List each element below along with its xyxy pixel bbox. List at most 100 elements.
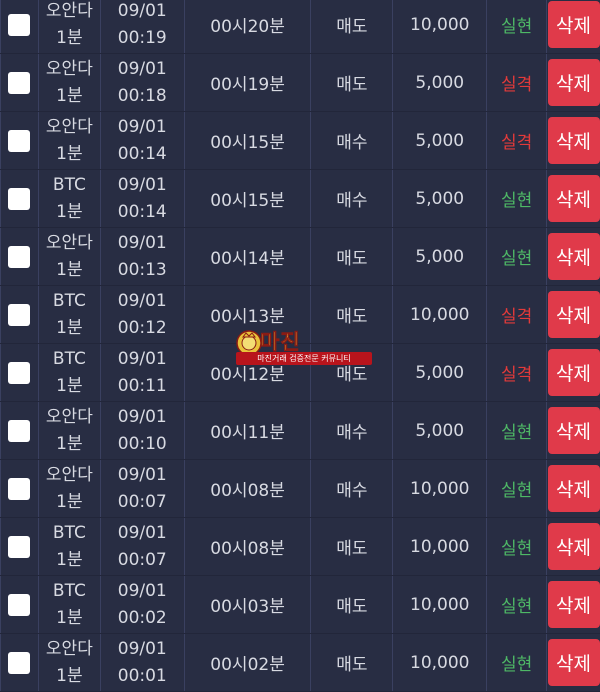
result-cell: 실현 xyxy=(487,170,548,227)
round-cell: 00시12분 xyxy=(185,344,312,401)
market-cell: BTC 1분 xyxy=(39,286,101,343)
amount-cell: 10,000 xyxy=(393,460,488,517)
delete-button[interactable]: 삭제 xyxy=(547,291,600,338)
trade-date: 09/01 xyxy=(117,522,167,543)
action-cell: 삭제 xyxy=(547,460,600,517)
trade-result: 실현 xyxy=(500,249,533,269)
row-checkbox[interactable] xyxy=(8,129,31,152)
row-checkbox[interactable] xyxy=(8,71,31,94)
delete-button[interactable]: 삭제 xyxy=(547,117,600,164)
trade-clock: 00:13 xyxy=(117,259,167,280)
market-interval: 1분 xyxy=(56,433,83,454)
datetime-cell: 09/01 00:01 xyxy=(101,634,185,691)
table-row: BTC 1분 09/01 00:07 00시08분 매도 10,000 실현 삭제 xyxy=(0,518,600,575)
trade-amount: 5,000 xyxy=(415,420,465,441)
row-checkbox[interactable] xyxy=(8,361,31,384)
round-time: 00시08분 xyxy=(210,539,285,559)
round-time: 00시02분 xyxy=(210,655,285,675)
amount-cell: 10,000 xyxy=(393,518,488,575)
trade-side: 매수 xyxy=(336,191,368,211)
trade-amount: 5,000 xyxy=(415,130,465,151)
trade-result: 실현 xyxy=(500,423,533,443)
trade-clock: 00:14 xyxy=(117,201,167,222)
trade-date: 09/01 xyxy=(117,464,167,485)
delete-button[interactable]: 삭제 xyxy=(547,59,600,106)
round-cell: 00시20분 xyxy=(185,0,312,53)
amount-cell: 10,000 xyxy=(393,0,488,53)
table-row: 오안다 1분 09/01 00:01 00시02분 매도 10,000 실현 삭제 xyxy=(0,634,600,691)
delete-button[interactable]: 삭제 xyxy=(547,523,600,570)
market-cell: 오안다 1분 xyxy=(39,634,101,691)
amount-cell: 5,000 xyxy=(393,344,488,401)
row-checkbox[interactable] xyxy=(8,13,31,36)
row-checkbox[interactable] xyxy=(8,535,31,558)
trade-result: 실격 xyxy=(500,307,533,327)
round-cell: 00시13분 xyxy=(185,286,312,343)
trade-side: 매도 xyxy=(336,249,368,269)
trade-date: 09/01 xyxy=(117,290,167,311)
delete-button[interactable]: 삭제 xyxy=(547,581,600,628)
delete-button[interactable]: 삭제 xyxy=(547,465,600,512)
market-interval: 1분 xyxy=(56,665,83,686)
datetime-cell: 09/01 00:14 xyxy=(101,112,185,169)
table-row: 오안다 1분 09/01 00:07 00시08분 매수 10,000 실현 삭제 xyxy=(0,460,600,517)
row-checkbox[interactable] xyxy=(8,187,31,210)
market-name: 오안다 xyxy=(45,406,93,427)
amount-cell: 5,000 xyxy=(393,402,488,459)
trade-date: 09/01 xyxy=(117,174,167,195)
table-row: 오안다 1분 09/01 00:18 00시19분 매도 5,000 실격 삭제 xyxy=(0,54,600,111)
trade-side: 매도 xyxy=(336,539,368,559)
market-cell: 오안다 1분 xyxy=(39,402,101,459)
action-cell: 삭제 xyxy=(547,0,600,53)
trade-amount: 10,000 xyxy=(410,304,470,325)
trade-side: 매도 xyxy=(336,75,368,95)
delete-button[interactable]: 삭제 xyxy=(547,175,600,222)
trade-amount: 10,000 xyxy=(410,478,470,499)
delete-button[interactable]: 삭제 xyxy=(547,233,600,280)
delete-button[interactable]: 삭제 xyxy=(547,639,600,686)
datetime-cell: 09/01 00:13 xyxy=(101,228,185,285)
side-cell: 매도 xyxy=(311,54,394,111)
market-name: 오안다 xyxy=(45,116,93,137)
row-select-cell xyxy=(1,228,39,285)
trade-date: 09/01 xyxy=(117,638,167,659)
market-name: 오안다 xyxy=(45,58,93,79)
side-cell: 매도 xyxy=(311,518,394,575)
table-row: 오안다 1분 09/01 00:10 00시11분 매수 5,000 실현 삭제 xyxy=(0,402,600,459)
round-time: 00시15분 xyxy=(210,133,285,153)
row-select-cell xyxy=(1,518,39,575)
trade-result: 실격 xyxy=(500,133,533,153)
market-name: BTC xyxy=(52,348,86,369)
result-cell: 실현 xyxy=(487,402,548,459)
market-interval: 1분 xyxy=(56,607,83,628)
row-select-cell xyxy=(1,402,39,459)
delete-button[interactable]: 삭제 xyxy=(547,349,600,396)
action-cell: 삭제 xyxy=(547,228,600,285)
round-time: 00시12분 xyxy=(210,365,285,385)
row-checkbox[interactable] xyxy=(8,303,31,326)
row-select-cell xyxy=(1,460,39,517)
row-checkbox[interactable] xyxy=(8,245,31,268)
row-checkbox[interactable] xyxy=(8,419,31,442)
delete-button[interactable]: 삭제 xyxy=(547,1,600,48)
row-checkbox[interactable] xyxy=(8,593,31,616)
row-checkbox[interactable] xyxy=(8,477,31,500)
trade-side: 매도 xyxy=(336,365,368,385)
row-checkbox[interactable] xyxy=(8,651,31,674)
table-row: 오안다 1분 09/01 00:13 00시14분 매도 5,000 실현 삭제 xyxy=(0,228,600,285)
delete-button[interactable]: 삭제 xyxy=(547,407,600,454)
round-time: 00시08분 xyxy=(210,481,285,501)
result-cell: 실격 xyxy=(487,54,548,111)
row-select-cell xyxy=(1,344,39,401)
table-row: BTC 1분 09/01 00:11 00시12분 매도 5,000 실격 삭제 xyxy=(0,344,600,401)
market-interval: 1분 xyxy=(56,317,83,338)
trade-amount: 5,000 xyxy=(415,188,465,209)
round-cell: 00시15분 xyxy=(185,170,312,227)
side-cell: 매수 xyxy=(311,170,394,227)
market-name: 오안다 xyxy=(45,0,93,21)
action-cell: 삭제 xyxy=(547,576,600,633)
action-cell: 삭제 xyxy=(547,344,600,401)
market-name: BTC xyxy=(52,290,86,311)
trade-date: 09/01 xyxy=(117,580,167,601)
trade-result: 실현 xyxy=(500,17,533,37)
